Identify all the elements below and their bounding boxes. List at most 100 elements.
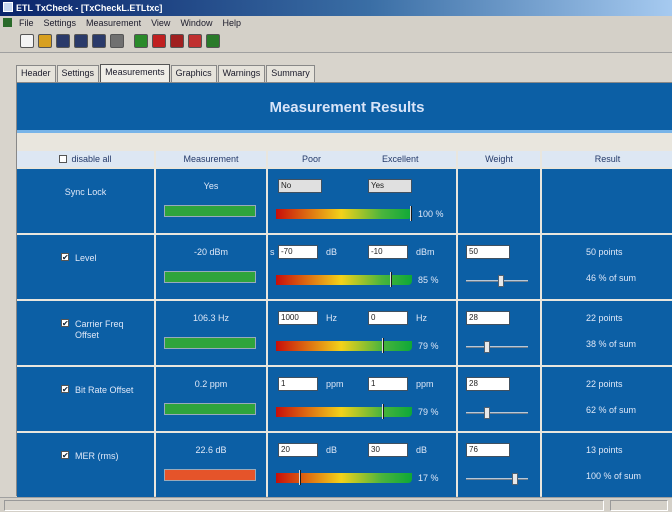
result-points: 22 points (586, 313, 623, 323)
measurement-value: Yes (203, 181, 219, 191)
tab-graphics[interactable]: Graphics (170, 65, 217, 82)
poor-cell: 20 dB 30 dB 17 % (268, 433, 456, 497)
status-bar-green (164, 271, 256, 283)
column-header-result: Result (542, 151, 672, 167)
status-pane-right (610, 500, 668, 511)
save-icon[interactable] (56, 34, 70, 48)
weight-field[interactable]: 28 (466, 311, 510, 325)
toolbar (0, 31, 672, 53)
score-marker (410, 206, 412, 221)
print-icon[interactable] (110, 34, 124, 48)
result-cell (542, 169, 672, 233)
score-gradient (276, 272, 412, 287)
poor-cell: s -70 dB -10 dBm 85 % (268, 235, 456, 299)
label-cell: ✔ Bit Rate Offset (17, 367, 154, 431)
tab-header[interactable]: Header (16, 65, 56, 82)
weight-slider-track[interactable] (466, 412, 528, 414)
result-header-label: Result (594, 154, 621, 164)
tab-warnings[interactable]: Warnings (217, 65, 266, 82)
menu-settings[interactable]: Settings (39, 16, 82, 31)
score-percent: 17 % (418, 473, 439, 483)
poor-threshold-field[interactable]: -70 (278, 245, 318, 259)
measurement-cell: 0.2 ppm (156, 367, 266, 431)
menu-help[interactable]: Help (217, 16, 246, 31)
result-share: 46 % of sum (586, 273, 637, 283)
report-icon[interactable] (188, 34, 202, 48)
weight-cell (458, 169, 540, 233)
menu-file[interactable]: File (14, 16, 39, 31)
poor-threshold-field[interactable]: 1000 (278, 311, 318, 325)
poor-threshold-field[interactable]: 1 (278, 377, 318, 391)
column-header-measurement: Measurement (156, 151, 266, 167)
label-cell: ✔ Level (17, 235, 154, 299)
weight-header-label: Weight (485, 154, 513, 164)
label-cell: ✔ Carrier Freq Offset (17, 301, 154, 365)
weight-slider-thumb[interactable] (484, 341, 490, 353)
label-cell: ✔ MER (rms) (17, 433, 154, 497)
tab-measurements[interactable]: Measurements (100, 64, 170, 82)
weight-slider-thumb[interactable] (484, 407, 490, 419)
measurement-cell: Yes (156, 169, 266, 233)
excellent-threshold-field[interactable]: 0 (368, 311, 408, 325)
document-icon[interactable] (3, 18, 12, 27)
score-percent: 79 % (418, 341, 439, 351)
save-as-icon[interactable] (74, 34, 88, 48)
weight-slider-track[interactable] (466, 346, 528, 348)
measurement-header-label: Measurement (183, 154, 239, 164)
disable-all-checkbox[interactable] (59, 155, 68, 163)
excellent-threshold-field: Yes (368, 179, 412, 193)
score-gradient (276, 470, 412, 485)
save-all-icon[interactable] (92, 34, 106, 48)
excellent-unit: dB (416, 445, 428, 455)
score-marker (382, 338, 384, 353)
enable-checkbox[interactable]: ✔ (61, 253, 69, 262)
enable-checkbox[interactable]: ✔ (61, 385, 69, 394)
menu-window[interactable]: Window (175, 16, 217, 31)
excellent-threshold-field[interactable]: 30 (368, 443, 408, 457)
weight-cell: 28 (458, 301, 540, 365)
stop-icon[interactable] (152, 34, 166, 48)
enable-checkbox[interactable]: ✔ (61, 451, 69, 460)
measurement-value: 106.3 Hz (192, 313, 230, 323)
measurement-cell: -20 dBm (156, 235, 266, 299)
excellent-unit: dBm (416, 247, 435, 257)
result-points: 50 points (586, 247, 623, 257)
enable-checkbox[interactable]: ✔ (61, 319, 69, 328)
score-marker (390, 272, 392, 287)
chart-icon[interactable] (206, 34, 220, 48)
weight-slider-track[interactable] (466, 478, 528, 480)
excellent-threshold-field[interactable]: -10 (368, 245, 408, 259)
tab-settings[interactable]: Settings (56, 65, 100, 82)
run-icon[interactable] (134, 34, 148, 48)
poor-cell: 1 ppm 1 ppm 79 % (268, 367, 456, 431)
weight-cell: 76 (458, 433, 540, 497)
weight-field[interactable]: 76 (466, 443, 510, 457)
column-header-weight: Weight (458, 151, 540, 167)
prefix-label: s (270, 247, 275, 257)
menu-measurement[interactable]: Measurement (81, 16, 146, 31)
poor-unit: ppm (326, 379, 344, 389)
menu-bar: File Settings Measurement View Window Help (0, 16, 672, 31)
weight-field[interactable]: 50 (466, 245, 510, 259)
weight-slider-track[interactable] (466, 280, 528, 282)
open-icon[interactable] (38, 34, 52, 48)
new-icon[interactable] (20, 34, 34, 48)
menu-view[interactable]: View (146, 16, 175, 31)
measurement-value: -20 dBm (193, 247, 228, 257)
poor-threshold-field[interactable]: 20 (278, 443, 318, 457)
disable-all-label: disable all (71, 154, 112, 164)
score-gradient (276, 338, 412, 353)
app-icon (3, 2, 13, 12)
weight-field[interactable]: 28 (466, 377, 510, 391)
poor-cell: No Yes 100 % (268, 169, 456, 233)
weight-slider-thumb[interactable] (498, 275, 504, 287)
score-gradient (276, 404, 412, 419)
status-bar (0, 497, 672, 512)
tab-summary[interactable]: Summary (266, 65, 315, 82)
swap-icon[interactable] (170, 34, 184, 48)
weight-slider-thumb[interactable] (512, 473, 518, 485)
score-percent: 79 % (418, 407, 439, 417)
weight-cell: 50 (458, 235, 540, 299)
excellent-threshold-field[interactable]: 1 (368, 377, 408, 391)
score-percent: 85 % (418, 275, 439, 285)
